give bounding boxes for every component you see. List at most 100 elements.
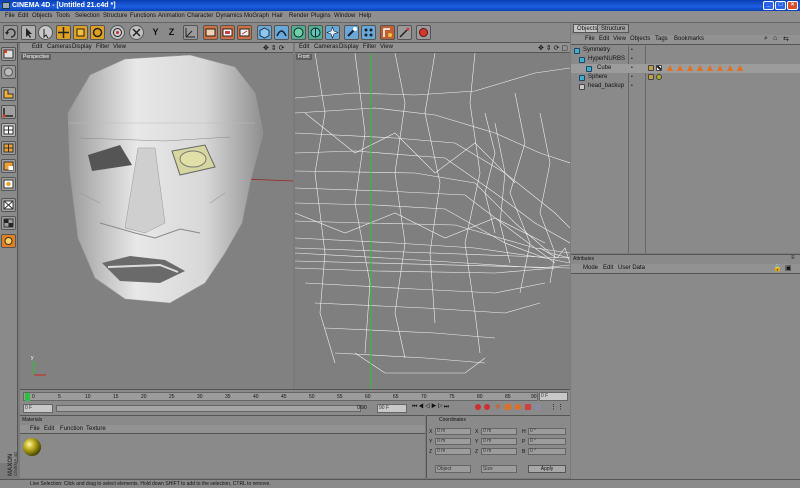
menu-tools[interactable]: Tools [56,13,70,19]
current-frame-field[interactable]: 0 F [23,404,53,413]
coordinates-tab[interactable]: Coordinates [439,417,466,423]
live-select-icon[interactable] [38,25,53,40]
texture-mode-icon[interactable] [1,87,16,101]
menu-render[interactable]: Render [289,13,309,19]
render-view-icon[interactable] [203,25,218,40]
points-mode-icon[interactable] [1,123,16,137]
coordinate-mode-select[interactable]: Object [435,465,471,473]
light-icon[interactable] [344,25,359,40]
phong-tag-icon[interactable] [648,74,654,80]
apply-button[interactable]: Apply [528,465,566,473]
workplane-icon[interactable] [1,198,16,212]
pos-y-field[interactable]: 0 m [435,438,471,445]
new-window-icon[interactable]: ▣ [785,264,792,272]
frame-display-field[interactable]: 0 F [539,392,568,401]
menu-animation[interactable]: Animation [158,13,185,19]
menu-plugins[interactable]: Plugins [311,13,331,19]
material-swatch[interactable] [22,436,42,458]
object-row-hypernurbs[interactable]: HyperNURBS • [571,55,800,64]
triangle-tag-icon[interactable] [687,65,693,71]
autokey-icon[interactable] [484,404,490,410]
triangle-tag-icon[interactable] [707,65,713,71]
vp2-menu-edit[interactable]: Edit [299,44,309,50]
render-picture-icon[interactable] [220,25,235,40]
triangle-tag-icon[interactable] [737,65,743,71]
z-axis-label-icon[interactable]: Z [164,25,179,40]
vp2-menu-filter[interactable]: Filter [363,44,376,50]
rot-b-field[interactable]: 0 ° [528,448,566,455]
coordinate-system-icon[interactable] [183,25,198,40]
keyframe-param-icon[interactable] [525,404,531,410]
polygons-mode-icon[interactable] [1,159,16,173]
obj-menu-tags[interactable]: Tags [655,36,668,42]
deformer-icon[interactable] [308,25,323,40]
vp2-menu-cameras[interactable]: Cameras [314,44,338,50]
scene-icon[interactable] [325,25,340,40]
z-axis-icon[interactable]: Y [148,25,163,40]
timeline-ruler[interactable]: 0 5 10 15 20 25 30 35 40 45 50 55 60 65 … [23,392,538,401]
viewport-front[interactable]: Front [295,53,570,389]
nurbs-icon[interactable] [274,25,289,40]
camera-icon[interactable] [361,25,376,40]
mat-menu-function[interactable]: Function [60,426,83,432]
mat-menu-edit[interactable]: Edit [44,426,54,432]
obj-menu-file[interactable]: File [585,36,595,42]
object-row-head-backup[interactable]: head_backup • [571,82,800,91]
preview-range-slider[interactable]: 0/90 [56,405,367,412]
rot-p-field[interactable]: 0 ° [528,438,566,445]
obj-menu-objects[interactable]: Objects [630,36,650,42]
obj-menu-bookmarks[interactable]: Bookmarks [674,36,704,42]
vp1-menu-filter[interactable]: Filter [96,44,109,50]
timeline-menu-icon[interactable]: ⋮⋮ [550,403,564,411]
visibility-dots[interactable]: • [631,73,633,82]
checker-tag-icon[interactable] [656,65,662,71]
triangle-tag-icon[interactable] [727,65,733,71]
checker-icon[interactable] [1,216,16,230]
menu-character[interactable]: Character [187,13,213,19]
playback-controls[interactable]: ⏮◀◁▶▷⏭ [412,404,450,411]
size-z-field[interactable]: 0 m [481,448,517,455]
visibility-dots[interactable]: • [631,55,633,64]
object-mode-icon[interactable] [1,65,16,79]
visibility-dots[interactable]: • [631,82,633,91]
menu-dynamics[interactable]: Dynamics [216,13,242,19]
material-tag-icon[interactable] [656,74,662,80]
close-button[interactable]: × [787,1,798,10]
undo-icon[interactable] [3,25,18,40]
render-settings-icon[interactable] [237,25,252,40]
keyframe-position-icon[interactable]: ✥ [495,403,501,411]
end-frame-field[interactable]: 90 F [377,404,407,413]
mat-menu-texture[interactable]: Texture [86,426,106,432]
home-icon[interactable]: ⌂ [773,35,777,42]
attr-menu-mode[interactable]: Mode [583,265,598,271]
playhead[interactable] [25,393,30,401]
obj-menu-view[interactable]: View [613,36,626,42]
rotate-icon[interactable] [90,25,105,40]
attr-menu-edit[interactable]: Edit [603,265,613,271]
menu-edit[interactable]: Edit [18,13,28,19]
keyframe-rotation-icon[interactable] [515,404,521,410]
mat-menu-file[interactable]: File [30,426,40,432]
vp1-menu-display[interactable]: Display [72,44,92,50]
model-mode-icon[interactable] [1,47,16,61]
keyframe-scale-icon[interactable] [505,404,511,410]
solo-icon[interactable] [1,234,16,248]
menu-selection[interactable]: Selection [75,13,100,19]
triangle-tag-icon[interactable] [677,65,683,71]
pos-x-field[interactable]: 0 m [435,428,471,435]
move-icon[interactable] [56,25,71,40]
object-row-sphere[interactable]: Sphere • [571,73,800,82]
array-icon[interactable] [291,25,306,40]
menu-structure[interactable]: Structure [103,13,127,19]
edit-render-icon[interactable] [397,25,412,40]
size-y-field[interactable]: 0 m [481,438,517,445]
panel-menu-icon[interactable]: ≡ [791,255,795,261]
vp1-menu-view[interactable]: View [113,44,126,50]
x-axis-icon[interactable] [110,25,125,40]
record-key-icon[interactable] [475,404,481,410]
nav-arrows-icon[interactable]: ⇆ [783,35,789,43]
visibility-dots[interactable]: • [631,46,633,55]
menu-objects[interactable]: Objects [32,13,52,19]
attr-menu-user-data[interactable]: User Data [618,265,645,271]
viewport-perspective[interactable]: Perspective y [20,53,293,389]
